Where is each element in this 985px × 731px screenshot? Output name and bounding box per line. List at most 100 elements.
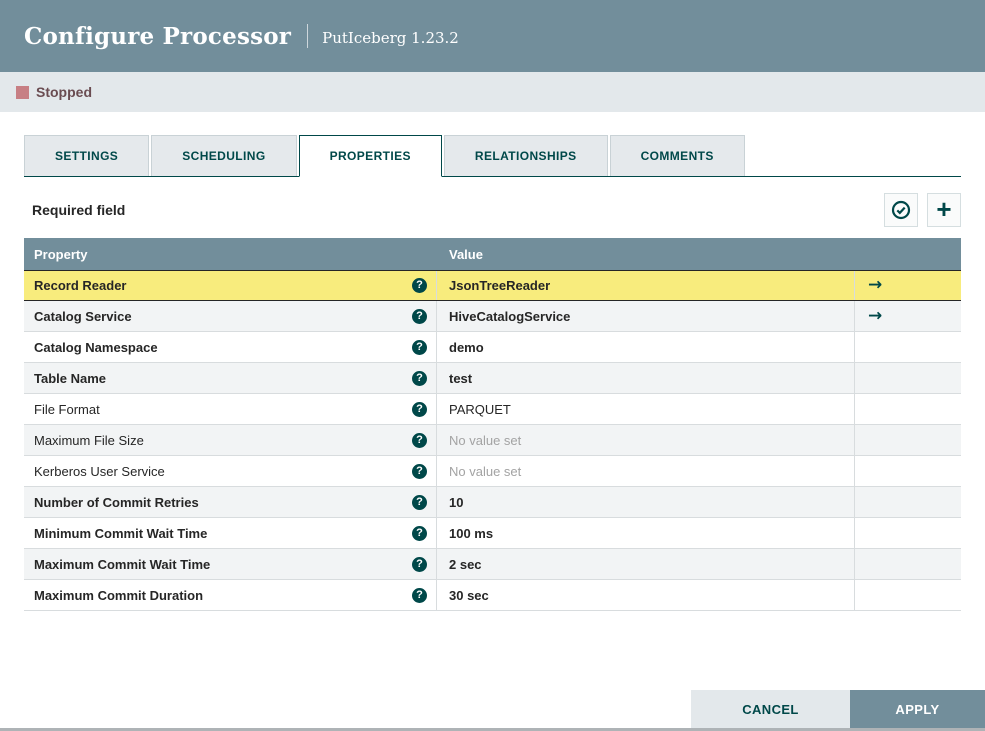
help-icon[interactable]: ?: [412, 525, 427, 541]
row-action-cell: [855, 425, 961, 455]
property-name: Table Name: [34, 370, 107, 386]
property-value: No value set: [449, 432, 522, 448]
dialog-title: Configure Processor: [24, 22, 292, 50]
help-icon[interactable]: ?: [412, 401, 427, 417]
value-cell[interactable]: test: [437, 363, 855, 393]
row-action-cell: [855, 518, 961, 548]
help-icon[interactable]: ?: [412, 339, 427, 355]
go-to-service-icon[interactable]: →: [868, 277, 882, 294]
value-cell[interactable]: PARQUET: [437, 394, 855, 424]
property-value: JsonTreeReader: [449, 278, 551, 293]
column-header-property: Property: [34, 247, 88, 262]
apply-button[interactable]: APPLY: [850, 690, 985, 728]
property-value: 30 sec: [449, 587, 489, 603]
row-action-cell: [855, 580, 961, 610]
property-value: 100 ms: [449, 525, 494, 541]
title-divider: [307, 24, 309, 48]
properties-toolbar: Required field +: [24, 193, 961, 227]
table-row[interactable]: Maximum Commit Wait Time? 2 sec: [24, 549, 961, 580]
tab-relationships[interactable]: RELATIONSHIPS: [443, 135, 608, 176]
column-header-value: Value: [449, 247, 483, 262]
processor-name-version: PutIceberg 1.23.2: [322, 28, 459, 47]
property-rows: Record Reader? JsonTreeReader → Catalog Ser…: [24, 270, 961, 611]
property-name: Maximum File Size: [34, 432, 144, 448]
property-cell: Maximum Commit Wait Time?: [24, 549, 437, 579]
property-name: Record Reader: [34, 278, 127, 293]
value-cell[interactable]: No value set: [437, 456, 855, 486]
table-row[interactable]: Table Name? test: [24, 363, 961, 394]
value-cell[interactable]: HiveCatalogService: [437, 301, 855, 331]
plus-icon: +: [936, 194, 952, 224]
status-bar: Stopped: [0, 72, 985, 112]
property-name: Catalog Namespace: [34, 339, 158, 355]
property-name: Maximum Commit Wait Time: [34, 556, 211, 572]
value-cell[interactable]: No value set: [437, 425, 855, 455]
row-action-cell: [855, 332, 961, 362]
property-name: Maximum Commit Duration: [34, 587, 204, 603]
property-value: test: [449, 370, 473, 386]
property-cell: Catalog Namespace?: [24, 332, 437, 362]
row-action-cell: →: [855, 301, 961, 331]
value-cell[interactable]: demo: [437, 332, 855, 362]
property-name: Kerberos User Service: [34, 463, 165, 479]
property-cell: Minimum Commit Wait Time?: [24, 518, 437, 548]
row-action-cell: [855, 549, 961, 579]
table-row[interactable]: Number of Commit Retries? 10: [24, 487, 961, 518]
property-cell: Record Reader?: [24, 271, 437, 300]
help-icon[interactable]: ?: [412, 463, 427, 479]
row-action-cell: →: [855, 271, 961, 300]
table-header: Property Value: [24, 238, 961, 271]
property-value: No value set: [449, 463, 522, 479]
tab-settings[interactable]: SETTINGS: [24, 135, 150, 176]
help-icon[interactable]: ?: [412, 278, 427, 293]
dialog-header: Configure Processor PutIceberg 1.23.2: [0, 0, 985, 72]
table-row[interactable]: Record Reader? JsonTreeReader →: [24, 270, 961, 301]
value-cell[interactable]: 2 sec: [437, 549, 855, 579]
table-row[interactable]: Catalog Service? HiveCatalogService →: [24, 301, 961, 332]
table-row[interactable]: Minimum Commit Wait Time? 100 ms: [24, 518, 961, 549]
table-row[interactable]: Maximum File Size? No value set: [24, 425, 961, 456]
properties-table: Property Value Record Reader? JsonTreeRea…: [24, 238, 961, 611]
property-cell: Maximum File Size?: [24, 425, 437, 455]
property-value: HiveCatalogService: [449, 308, 571, 324]
dialog-actions: CANCEL APPLY: [691, 690, 985, 728]
tab-bar: SETTINGS SCHEDULING PROPERTIES RELATIONSHIP…: [24, 135, 961, 177]
tab-scheduling[interactable]: SCHEDULING: [151, 135, 297, 176]
cancel-button[interactable]: CANCEL: [691, 690, 850, 728]
table-row[interactable]: File Format? PARQUET: [24, 394, 961, 425]
property-value: 2 sec: [449, 556, 482, 572]
table-row[interactable]: Catalog Namespace? demo: [24, 332, 961, 363]
check-circle-icon: [891, 200, 911, 220]
tab-comments[interactable]: COMMENTS: [609, 135, 745, 176]
add-property-button[interactable]: +: [927, 193, 961, 227]
row-action-cell: [855, 394, 961, 424]
row-action-cell: [855, 456, 961, 486]
property-name: Number of Commit Retries: [34, 494, 199, 510]
help-icon[interactable]: ?: [412, 308, 427, 324]
row-action-cell: [855, 487, 961, 517]
property-cell: Maximum Commit Duration?: [24, 580, 437, 610]
table-row[interactable]: Maximum Commit Duration? 30 sec: [24, 580, 961, 611]
value-cell[interactable]: JsonTreeReader: [437, 271, 855, 300]
property-cell: Table Name?: [24, 363, 437, 393]
property-cell: Kerberos User Service?: [24, 456, 437, 486]
status-label: Stopped: [36, 84, 92, 100]
tab-properties[interactable]: PROPERTIES: [298, 135, 442, 177]
table-row[interactable]: Kerberos User Service? No value set: [24, 456, 961, 487]
value-cell[interactable]: 100 ms: [437, 518, 855, 548]
go-to-service-icon[interactable]: →: [868, 307, 882, 325]
help-icon[interactable]: ?: [412, 587, 427, 603]
property-name: Catalog Service: [34, 308, 132, 324]
property-value: demo: [449, 339, 484, 355]
value-cell[interactable]: 30 sec: [437, 580, 855, 610]
verify-properties-button[interactable]: [884, 193, 918, 227]
help-icon[interactable]: ?: [412, 432, 427, 448]
help-icon[interactable]: ?: [412, 494, 427, 510]
property-cell: File Format?: [24, 394, 437, 424]
help-icon[interactable]: ?: [412, 370, 427, 386]
property-name: Minimum Commit Wait Time: [34, 525, 208, 541]
property-name: File Format: [34, 401, 100, 417]
required-field-label: Required field: [32, 202, 126, 218]
value-cell[interactable]: 10: [437, 487, 855, 517]
help-icon[interactable]: ?: [412, 556, 427, 572]
